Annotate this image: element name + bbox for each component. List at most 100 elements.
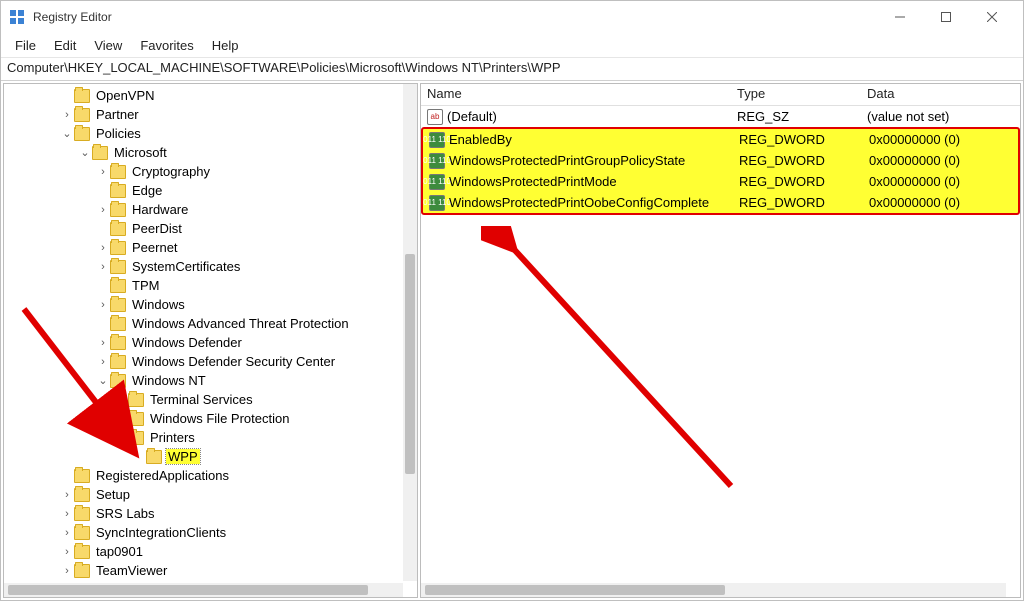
tree-item-printers[interactable]: Printers bbox=[4, 428, 403, 447]
values-horizontal-scrollbar[interactable] bbox=[421, 583, 1006, 597]
reg-dword-icon: 011 110 bbox=[429, 153, 445, 169]
folder-icon bbox=[74, 507, 90, 521]
value-data: 0x00000000 (0) bbox=[863, 174, 1018, 189]
address-bar[interactable]: Computer\HKEY_LOCAL_MACHINE\SOFTWARE\Pol… bbox=[1, 57, 1023, 81]
value-row[interactable]: ab(Default) REG_SZ (value not set) bbox=[421, 106, 1020, 127]
tree-item-wpp[interactable]: WPP bbox=[4, 447, 403, 466]
value-row[interactable]: 011 110 WindowsProtectedPrintGroupPolicyS… bbox=[423, 150, 1018, 171]
folder-icon bbox=[110, 374, 126, 388]
value-data: (value not set) bbox=[861, 109, 1020, 124]
folder-icon bbox=[74, 545, 90, 559]
tree-item-windows[interactable]: Windows bbox=[4, 295, 403, 314]
tree-item-cryptography[interactable]: Cryptography bbox=[4, 162, 403, 181]
tree-vertical-scrollbar[interactable] bbox=[403, 84, 417, 581]
folder-icon bbox=[74, 564, 90, 578]
menu-file[interactable]: File bbox=[7, 36, 44, 55]
tree-item-microsoft[interactable]: Microsoft bbox=[4, 143, 403, 162]
reg-dword-icon: 011 110 bbox=[429, 195, 445, 211]
scrollbar-thumb[interactable] bbox=[425, 585, 725, 595]
annotation-arrow-icon bbox=[481, 226, 761, 506]
folder-icon bbox=[110, 317, 126, 331]
tree-item-tpm[interactable]: TPM bbox=[4, 276, 403, 295]
tree-horizontal-scrollbar[interactable] bbox=[4, 583, 403, 597]
menu-favorites[interactable]: Favorites bbox=[132, 36, 201, 55]
tree-item-terminal-services[interactable]: Terminal Services bbox=[4, 390, 403, 409]
titlebar[interactable]: Registry Editor bbox=[1, 1, 1023, 33]
scrollbar-thumb[interactable] bbox=[8, 585, 368, 595]
value-data: 0x00000000 (0) bbox=[863, 132, 1018, 147]
value-type: REG_SZ bbox=[731, 109, 861, 124]
column-name[interactable]: Name bbox=[421, 84, 731, 105]
tree-pane: OpenVPN Partner Policies Microsoft Crypt… bbox=[3, 83, 418, 598]
tree-item-windows-nt[interactable]: Windows NT bbox=[4, 371, 403, 390]
folder-icon bbox=[74, 89, 90, 103]
folder-icon bbox=[128, 431, 144, 445]
value-name: EnabledBy bbox=[449, 132, 512, 147]
tree-item-openvpn[interactable]: OpenVPN bbox=[4, 86, 403, 105]
tree-item-srs-labs[interactable]: SRS Labs bbox=[4, 504, 403, 523]
window-title: Registry Editor bbox=[33, 10, 112, 24]
tree-item-teamviewer[interactable]: TeamViewer bbox=[4, 561, 403, 580]
tree-item-systemcertificates[interactable]: SystemCertificates bbox=[4, 257, 403, 276]
folder-icon bbox=[110, 184, 126, 198]
values-header[interactable]: Name Type Data bbox=[421, 84, 1020, 106]
value-type: REG_DWORD bbox=[733, 195, 863, 210]
folder-icon bbox=[92, 146, 108, 160]
address-text: Computer\HKEY_LOCAL_MACHINE\SOFTWARE\Pol… bbox=[7, 60, 561, 75]
values-pane: Name Type Data ab(Default) REG_SZ (value… bbox=[420, 83, 1021, 598]
folder-icon bbox=[110, 222, 126, 236]
folder-icon bbox=[74, 526, 90, 540]
tree-item-hardware[interactable]: Hardware bbox=[4, 200, 403, 219]
tree-item-windows-defender-sc[interactable]: Windows Defender Security Center bbox=[4, 352, 403, 371]
value-row[interactable]: 011 110EnabledBy REG_DWORD 0x00000000 (0… bbox=[423, 129, 1018, 150]
tree-item-registered-applications[interactable]: RegisteredApplications bbox=[4, 466, 403, 485]
app-icon bbox=[9, 9, 25, 25]
tree-item-setup[interactable]: Setup bbox=[4, 485, 403, 504]
folder-icon bbox=[110, 298, 126, 312]
tree-item-peerdist[interactable]: PeerDist bbox=[4, 219, 403, 238]
tree-item-windows-file-protection[interactable]: Windows File Protection bbox=[4, 409, 403, 428]
folder-icon bbox=[110, 279, 126, 293]
folder-icon bbox=[128, 412, 144, 426]
value-name: WindowsProtectedPrintGroupPolicyState bbox=[449, 153, 685, 168]
folder-icon bbox=[128, 393, 144, 407]
tree-item-policies[interactable]: Policies bbox=[4, 124, 403, 143]
highlight-box: 011 110 EnabledBy REG_DWORD 0x00000000 (0… bbox=[421, 127, 1020, 215]
tree-item-watp[interactable]: Windows Advanced Threat Protection bbox=[4, 314, 403, 333]
tree-item-edge[interactable]: Edge bbox=[4, 181, 403, 200]
reg-dword-icon: 011 110 bbox=[429, 174, 445, 190]
menu-edit[interactable]: Edit bbox=[46, 36, 84, 55]
folder-icon bbox=[110, 203, 126, 217]
folder-icon bbox=[146, 450, 162, 464]
column-type[interactable]: Type bbox=[731, 84, 861, 105]
maximize-button[interactable] bbox=[923, 1, 969, 33]
folder-icon bbox=[74, 469, 90, 483]
menu-bar: File Edit View Favorites Help bbox=[1, 33, 1023, 57]
value-row[interactable]: 011 110 WindowsProtectedPrintOobeConfigCo… bbox=[423, 192, 1018, 213]
folder-icon bbox=[110, 355, 126, 369]
tree-item-windows-defender[interactable]: Windows Defender bbox=[4, 333, 403, 352]
values-list: ab(Default) REG_SZ (value not set) 011 1… bbox=[421, 106, 1020, 215]
folder-icon bbox=[110, 336, 126, 350]
tree-item-peernet[interactable]: Peernet bbox=[4, 238, 403, 257]
minimize-button[interactable] bbox=[877, 1, 923, 33]
folder-icon bbox=[110, 165, 126, 179]
registry-tree[interactable]: OpenVPN Partner Policies Microsoft Crypt… bbox=[4, 84, 403, 583]
column-data[interactable]: Data bbox=[861, 84, 1020, 105]
tree-item-sync-integration-clients[interactable]: SyncIntegrationClients bbox=[4, 523, 403, 542]
content-area: OpenVPN Partner Policies Microsoft Crypt… bbox=[1, 81, 1023, 600]
folder-icon bbox=[74, 108, 90, 122]
folder-icon bbox=[74, 127, 90, 141]
scrollbar-thumb[interactable] bbox=[405, 254, 415, 474]
value-name: WindowsProtectedPrintMode bbox=[449, 174, 617, 189]
value-type: REG_DWORD bbox=[733, 153, 863, 168]
value-type: REG_DWORD bbox=[733, 174, 863, 189]
value-row[interactable]: 011 110 WindowsProtectedPrintMode REG_DWO… bbox=[423, 171, 1018, 192]
menu-help[interactable]: Help bbox=[204, 36, 247, 55]
tree-item-tap0901[interactable]: tap0901 bbox=[4, 542, 403, 561]
menu-view[interactable]: View bbox=[86, 36, 130, 55]
tree-item-partner[interactable]: Partner bbox=[4, 105, 403, 124]
registry-editor-window: Registry Editor File Edit View Favorites… bbox=[0, 0, 1024, 601]
close-button[interactable] bbox=[969, 1, 1015, 33]
value-name: WindowsProtectedPrintOobeConfigComplete bbox=[449, 195, 709, 210]
